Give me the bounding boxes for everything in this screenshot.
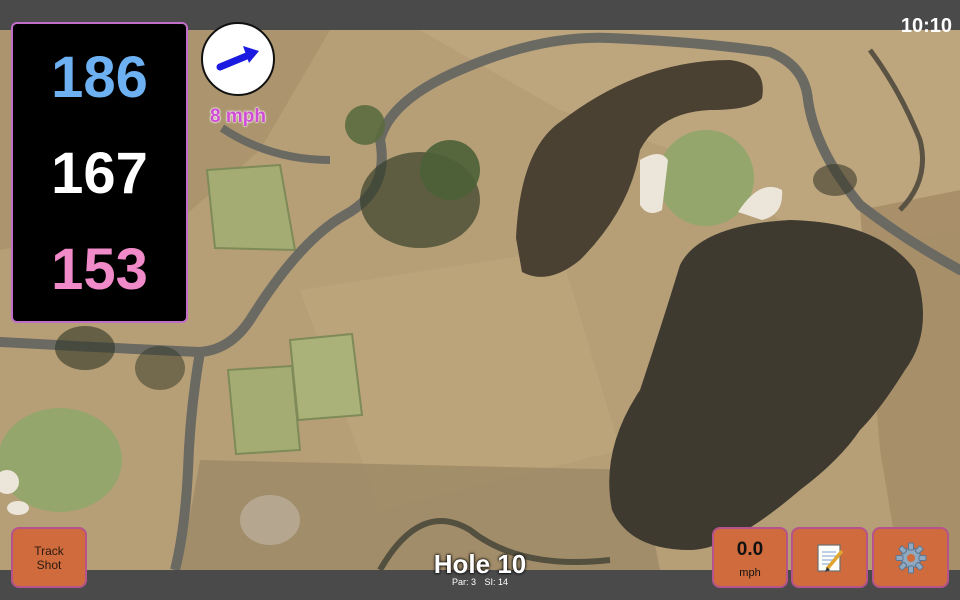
middle-distance: 167 [51, 141, 148, 206]
hole-par: Par: 3 [451, 577, 476, 587]
distance-panel: 186 167 153 [11, 22, 188, 323]
wind-indicator [201, 22, 275, 96]
wind-speed-label: 8 mph [210, 106, 266, 127]
speed-value: 0.0 [736, 539, 764, 560]
notepad-icon [816, 543, 843, 572]
track-shot-label-line1: Track [34, 543, 64, 558]
wind-direction-arrow-icon [216, 46, 259, 71]
speed-unit: mph [739, 567, 761, 579]
hole-stroke-index: SI: 14 [484, 577, 509, 587]
hole-info: Par: 3 SI: 14 [380, 577, 580, 587]
settings-button[interactable] [872, 527, 949, 588]
back-distance: 186 [51, 45, 148, 110]
speed-button[interactable]: 0.0 mph [712, 527, 788, 588]
hole-title: Hole 10 [433, 549, 527, 579]
track-shot-button[interactable]: Track Shot [11, 527, 87, 588]
notes-button[interactable] [791, 527, 868, 588]
track-shot-label-line2: Shot [36, 557, 62, 572]
front-distance: 153 [51, 237, 148, 302]
gear-icon [895, 542, 926, 573]
clock: 10:10 [900, 15, 952, 37]
